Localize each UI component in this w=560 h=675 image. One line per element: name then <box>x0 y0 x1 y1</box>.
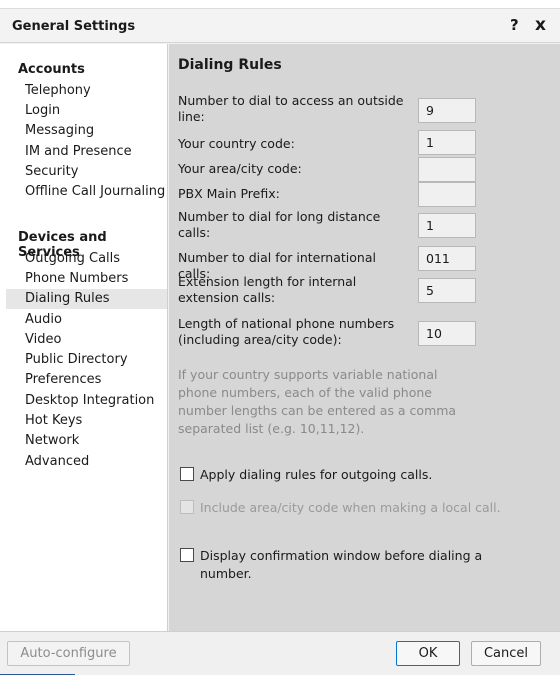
include-area-code-checkbox <box>180 500 194 514</box>
close-button[interactable]: x <box>535 15 546 35</box>
sidebar-item-desktop-integration[interactable]: Desktop Integration <box>6 391 167 411</box>
sidebar-item-advanced[interactable]: Advanced <box>6 452 167 472</box>
title-bar: General Settings ? x <box>0 8 560 43</box>
international-input[interactable]: 011 <box>418 246 476 271</box>
national-length-label: Length of national phone numbers (includ… <box>178 316 395 347</box>
apply-dialing-rules-checkbox[interactable] <box>180 467 194 481</box>
sidebar-item-video[interactable]: Video <box>6 330 167 350</box>
ok-button[interactable]: OK <box>396 641 460 666</box>
display-confirmation-label: Display confirmation window before diali… <box>200 548 483 581</box>
sidebar-group-accounts: Accounts <box>18 62 85 77</box>
settings-sidebar: Accounts Telephony Login Messaging IM an… <box>0 44 168 631</box>
sidebar-item-network[interactable]: Network <box>6 431 167 451</box>
window-title: General Settings <box>12 19 136 34</box>
dialing-rules-panel: Dialing Rules Number to dial to access a… <box>169 44 560 631</box>
general-settings-window: General Settings ? x Accounts Telephony … <box>0 8 560 675</box>
display-confirmation-checkbox[interactable] <box>180 548 194 562</box>
sidebar-item-dialing-rules[interactable]: Dialing Rules <box>6 289 167 309</box>
sidebar-item-im-and-presence[interactable]: IM and Presence <box>6 142 167 162</box>
national-length-input[interactable]: 10 <box>418 321 476 346</box>
sidebar-item-preferences[interactable]: Preferences <box>6 370 167 390</box>
sidebar-item-telephony[interactable]: Telephony <box>6 81 167 101</box>
long-distance-label: Number to dial for long distance calls: <box>178 209 381 240</box>
outside-line-label: Number to dial to access an outside line… <box>178 93 404 124</box>
area-code-input[interactable] <box>418 157 476 182</box>
country-code-label: Your country code: <box>178 136 295 151</box>
sidebar-item-messaging[interactable]: Messaging <box>6 121 167 141</box>
pbx-prefix-input[interactable] <box>418 182 476 207</box>
sidebar-item-outgoing-calls[interactable]: Outgoing Calls <box>6 249 167 269</box>
help-button[interactable]: ? <box>510 16 519 34</box>
dialog-footer: Auto-configure OK Cancel <box>0 631 560 675</box>
apply-dialing-rules-label: Apply dialing rules for outgoing calls. <box>200 467 433 482</box>
sidebar-item-offline-call-journaling[interactable]: Offline Call Journaling <box>6 182 167 202</box>
sidebar-item-security[interactable]: Security <box>6 162 167 182</box>
sidebar-item-hot-keys[interactable]: Hot Keys <box>6 411 167 431</box>
pbx-prefix-label: PBX Main Prefix: <box>178 186 280 201</box>
extension-length-input[interactable]: 5 <box>418 278 476 303</box>
sidebar-item-public-directory[interactable]: Public Directory <box>6 350 167 370</box>
include-area-code-label: Include area/city code when making a loc… <box>200 500 501 515</box>
area-code-label: Your area/city code: <box>178 161 302 176</box>
help-note: If your country supports variable nation… <box>178 367 457 436</box>
cancel-button[interactable]: Cancel <box>471 641 541 666</box>
sidebar-item-audio[interactable]: Audio <box>6 310 167 330</box>
sidebar-item-login[interactable]: Login <box>6 101 167 121</box>
outside-line-input[interactable]: 9 <box>418 98 476 123</box>
sidebar-item-phone-numbers[interactable]: Phone Numbers <box>6 269 167 289</box>
country-code-input[interactable]: 1 <box>418 130 476 155</box>
long-distance-input[interactable]: 1 <box>418 213 476 238</box>
page-title: Dialing Rules <box>178 57 282 73</box>
extension-length-label: Extension length for internal extension … <box>178 274 357 305</box>
auto-configure-button[interactable]: Auto-configure <box>7 641 130 666</box>
